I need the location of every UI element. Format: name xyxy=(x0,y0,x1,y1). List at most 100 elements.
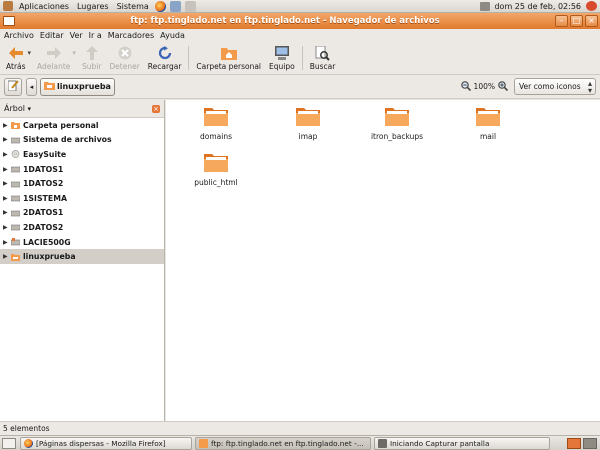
location-bar: ◂ linuxprueba 100% Ver como iconos ▴ ▾ xyxy=(0,75,600,99)
search-icon xyxy=(315,45,331,61)
tree-item-1sistema[interactable]: ▶ 1SISTEMA xyxy=(0,191,164,206)
network-folder-icon xyxy=(44,81,55,92)
task-firefox[interactable]: [Páginas dispersas - Mozilla Firefox] xyxy=(20,436,192,450)
foot-icon[interactable] xyxy=(3,1,13,11)
maximize-button[interactable]: □ xyxy=(570,15,583,27)
forward-arrow-icon xyxy=(46,45,62,61)
drive-icon xyxy=(11,225,20,231)
expander-icon[interactable]: ▶ xyxy=(3,122,11,129)
menu-archivo[interactable]: Archivo xyxy=(1,29,37,42)
window-title: ftp: ftp.tinglado.net en ftp.tinglado.ne… xyxy=(130,16,440,26)
power-icon[interactable] xyxy=(586,1,597,11)
expander-icon[interactable]: ▶ xyxy=(3,239,11,246)
menu-ver[interactable]: Ver xyxy=(67,29,86,42)
status-bar: 5 elementos xyxy=(0,421,600,435)
menu-editar[interactable]: Editar xyxy=(37,29,67,42)
expander-icon[interactable]: ▶ xyxy=(3,209,11,216)
back-arrow-icon xyxy=(8,45,24,61)
menu-sistema[interactable]: Sistema xyxy=(113,0,153,13)
expander-icon[interactable]: ▶ xyxy=(3,224,11,231)
help-icon[interactable] xyxy=(184,0,196,12)
file-item-mail[interactable]: mail xyxy=(448,106,528,141)
menu-marcadores[interactable]: Marcadores xyxy=(105,29,157,42)
toolbar-separator xyxy=(188,46,190,70)
volume-icon[interactable] xyxy=(480,1,491,11)
close-side-pane-icon[interactable]: × xyxy=(152,104,160,113)
clock[interactable]: dom 25 de feb, 02:56 xyxy=(494,2,581,11)
toggle-location-entry-button[interactable] xyxy=(4,77,22,96)
file-item-domains[interactable]: domains xyxy=(176,106,256,141)
trash-icon[interactable] xyxy=(583,437,597,449)
minimize-button[interactable]: – xyxy=(555,15,568,27)
forward-history-dropdown-icon[interactable]: ▾ xyxy=(72,49,76,57)
workspace-switcher-icon[interactable] xyxy=(567,437,581,449)
expander-icon[interactable]: ▶ xyxy=(3,166,11,173)
drive-icon xyxy=(11,166,20,173)
disc-icon xyxy=(11,150,20,159)
side-pane: Árbol ▾ × ▶ Carpeta personal ▶ Sistema d… xyxy=(0,100,165,421)
tree-item-lacie500g[interactable]: ▶ LACIE500G xyxy=(0,235,164,250)
status-text: 5 elementos xyxy=(3,424,50,433)
view-mode-select[interactable]: Ver como iconos ▴ ▾ xyxy=(514,78,596,95)
menu-aplicaciones[interactable]: Aplicaciones xyxy=(15,0,73,13)
folder-icon xyxy=(199,438,208,448)
top-panel: Aplicaciones Lugares Sistema dom 25 de f… xyxy=(0,0,600,13)
toolbar: Atrás ▾ Adelante ▾ Subir Detener Recarga… xyxy=(0,42,600,75)
task-screenshot[interactable]: Iniciando Capturar pantalla xyxy=(374,436,550,450)
forward-button[interactable]: Adelante xyxy=(33,44,74,72)
drive-icon xyxy=(11,210,20,217)
firefox-icon[interactable] xyxy=(154,0,166,12)
close-button[interactable]: × xyxy=(585,15,598,27)
up-button[interactable]: Subir xyxy=(78,44,105,72)
back-history-dropdown-icon[interactable]: ▾ xyxy=(28,49,32,57)
tree-item-1datos1[interactable]: ▶ 1DATOS1 xyxy=(0,162,164,177)
search-button[interactable]: Buscar xyxy=(306,44,340,72)
tree-item-easysuite[interactable]: ▶ EasySuite xyxy=(0,147,164,162)
folder-icon xyxy=(296,106,320,126)
folder-icon xyxy=(476,106,500,126)
menu-ayuda[interactable]: Ayuda xyxy=(157,29,188,42)
zoom-out-icon[interactable] xyxy=(460,80,471,93)
tree-item-2datos1[interactable]: ▶ 2DATOS1 xyxy=(0,206,164,221)
firefox-icon xyxy=(24,438,33,448)
show-desktop-icon[interactable] xyxy=(2,437,16,449)
folder-icon xyxy=(204,152,228,172)
computer-icon xyxy=(274,45,290,61)
select-arrows-icon: ▴ ▾ xyxy=(587,79,592,95)
expander-icon[interactable]: ▶ xyxy=(3,253,11,260)
window-menu-icon[interactable] xyxy=(3,16,15,26)
tree-item-sistema-de-archivos[interactable]: ▶ Sistema de archivos xyxy=(0,133,164,148)
menu-ir-a[interactable]: Ir a xyxy=(86,29,105,42)
folder-icon xyxy=(385,106,409,126)
path-button-linuxprueba[interactable]: linuxprueba xyxy=(40,77,115,96)
side-pane-type-selector[interactable]: Árbol ▾ xyxy=(4,104,31,113)
expander-icon[interactable]: ▶ xyxy=(3,180,11,187)
reload-button[interactable]: Recargar xyxy=(144,44,186,72)
path-scroll-left-button[interactable]: ◂ xyxy=(26,77,37,96)
zoom-in-icon[interactable] xyxy=(498,80,509,93)
chevron-down-icon: ▾ xyxy=(27,105,32,113)
file-icon-view[interactable]: domains imap itron_backups mail public_h… xyxy=(166,100,600,421)
file-item-public-html[interactable]: public_html xyxy=(176,152,256,187)
computer-button[interactable]: Equipo xyxy=(265,44,299,72)
expander-icon[interactable]: ▶ xyxy=(3,136,11,143)
up-arrow-icon xyxy=(84,45,100,61)
network-folder-icon xyxy=(11,253,20,261)
tree-item-2datos2[interactable]: ▶ 2DATOS2 xyxy=(0,220,164,235)
task-file-browser[interactable]: ftp: ftp.tinglado.net en ftp.tinglado.ne… xyxy=(195,436,371,450)
stop-button[interactable]: Detener xyxy=(105,44,143,72)
tree-item-1datos2[interactable]: ▶ 1DATOS2 xyxy=(0,176,164,191)
mail-icon[interactable] xyxy=(169,0,181,12)
chevron-left-icon: ◂ xyxy=(29,82,34,91)
home-button[interactable]: Carpeta personal xyxy=(192,44,265,72)
tree-item-linuxprueba[interactable]: ▶ linuxprueba xyxy=(0,249,164,264)
menu-lugares[interactable]: Lugares xyxy=(73,0,113,13)
window-titlebar[interactable]: ftp: ftp.tinglado.net en ftp.tinglado.ne… xyxy=(0,13,600,29)
expander-icon[interactable]: ▶ xyxy=(3,151,11,158)
tree-item-carpeta-personal[interactable]: ▶ Carpeta personal xyxy=(0,118,164,133)
back-button[interactable]: Atrás xyxy=(2,44,30,72)
file-item-imap[interactable]: imap xyxy=(268,106,348,141)
zoom-level[interactable]: 100% xyxy=(474,82,495,91)
expander-icon[interactable]: ▶ xyxy=(3,195,11,202)
file-item-itron-backups[interactable]: itron_backups xyxy=(357,106,437,141)
